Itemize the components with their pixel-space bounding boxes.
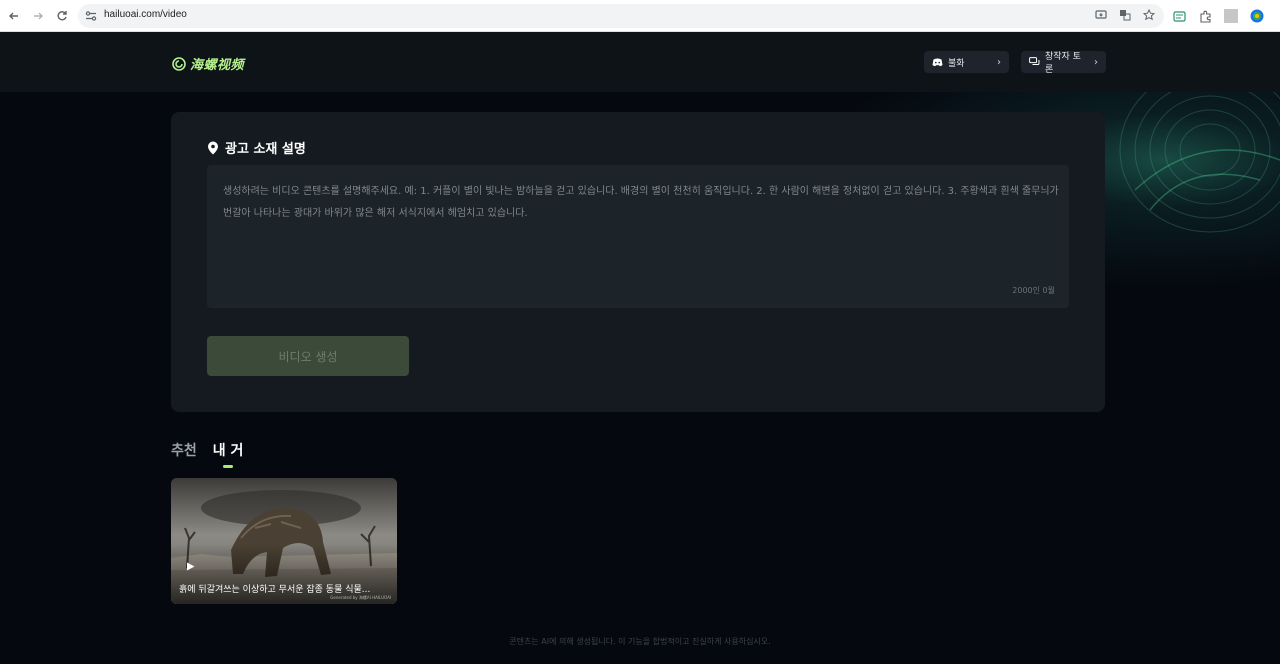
browser-menu-icon[interactable] (1276, 9, 1280, 23)
toolbar-divider (1224, 9, 1238, 23)
prompt-placeholder[interactable]: 생성하려는 비디오 콘텐츠를 설명해주세요. 예: 1. 커플이 별이 빛나는 … (223, 181, 1059, 225)
address-bar[interactable]: hailuoai.com/video (78, 4, 1164, 28)
prompt-card-title: 광고 소재 설명 (207, 138, 306, 157)
bookmark-star-icon[interactable] (1142, 8, 1156, 22)
chevron-right-icon: › (997, 56, 1001, 68)
prompt-input[interactable]: 생성하려는 비디오 콘텐츠를 설명해주세요. 예: 1. 커플이 별이 빛나는 … (207, 165, 1069, 308)
forward-button[interactable] (28, 6, 48, 26)
video-card[interactable]: 흙에 뒤갈겨쓰는 이상하고 무서운 잡종 동물 식물... Generated … (171, 478, 397, 604)
site-settings-icon[interactable] (84, 9, 98, 23)
back-button[interactable] (4, 6, 24, 26)
tab-mine[interactable]: 내 거 (213, 440, 243, 468)
reload-button[interactable] (52, 6, 72, 26)
character-counter: 2000인 0뭘 (1012, 286, 1055, 295)
url-text[interactable]: hailuoai.com/video (104, 9, 187, 20)
logo-text: 海螺视频 (190, 58, 245, 73)
chat-bubbles-icon (1029, 57, 1040, 65)
reload-icon (57, 11, 67, 21)
chevron-right-icon: › (1094, 56, 1098, 68)
prompt-title-text: 광고 소재 설명 (225, 142, 306, 157)
creator-discussion-button[interactable]: 창작자 토론 › (1021, 51, 1106, 75)
discord-label: 불화 (948, 58, 965, 69)
extensions-puzzle-icon[interactable] (1198, 9, 1212, 23)
tab-recommended[interactable]: 추천 (171, 440, 197, 460)
discord-icon (932, 58, 943, 66)
discord-button[interactable]: 불화 › (924, 51, 1009, 73)
footer-disclaimer: 콘텐츠는 AI에 의해 생성됩니다. 이 기능을 합법적이고 진실하게 사용하십… (509, 637, 771, 646)
site-header: 海螺视频 불화 › 창작자 토론 › (0, 32, 1280, 92)
translate-icon[interactable] (1118, 8, 1132, 22)
hailuo-logo-icon (172, 56, 186, 71)
install-app-icon[interactable] (1094, 8, 1108, 22)
arrow-left-icon (9, 12, 18, 20)
logo[interactable]: 海螺视频 (172, 54, 244, 73)
browser-toolbar: hailuoai.com/video (0, 0, 1280, 32)
prompt-card: 광고 소재 설명 생성하려는 비디오 콘텐츠를 설명해주세요. 예: 1. 커플… (171, 112, 1105, 412)
video-watermark: Generated by 海螺AI HAILUOAI (330, 595, 391, 600)
page-content: 海螺视频 불화 › 창작자 토론 › 광고 소재 설명 생성하려는 비디오 콘텐… (0, 32, 1280, 664)
creator-discussion-label: 창작자 토론 (1044, 52, 1081, 75)
profile-avatar-icon[interactable] (1250, 9, 1264, 23)
arrow-right-icon (34, 12, 43, 20)
extension-icon[interactable] (1172, 9, 1186, 23)
play-icon[interactable] (186, 562, 195, 571)
map-pin-icon (208, 141, 218, 154)
video-tabs: 추천 내 거 (171, 440, 243, 468)
video-title: 흙에 뒤갈겨쓰는 이상하고 무서운 잡종 동물 식물... (179, 585, 371, 595)
generate-video-button[interactable]: 비디오 생성 (207, 336, 409, 376)
